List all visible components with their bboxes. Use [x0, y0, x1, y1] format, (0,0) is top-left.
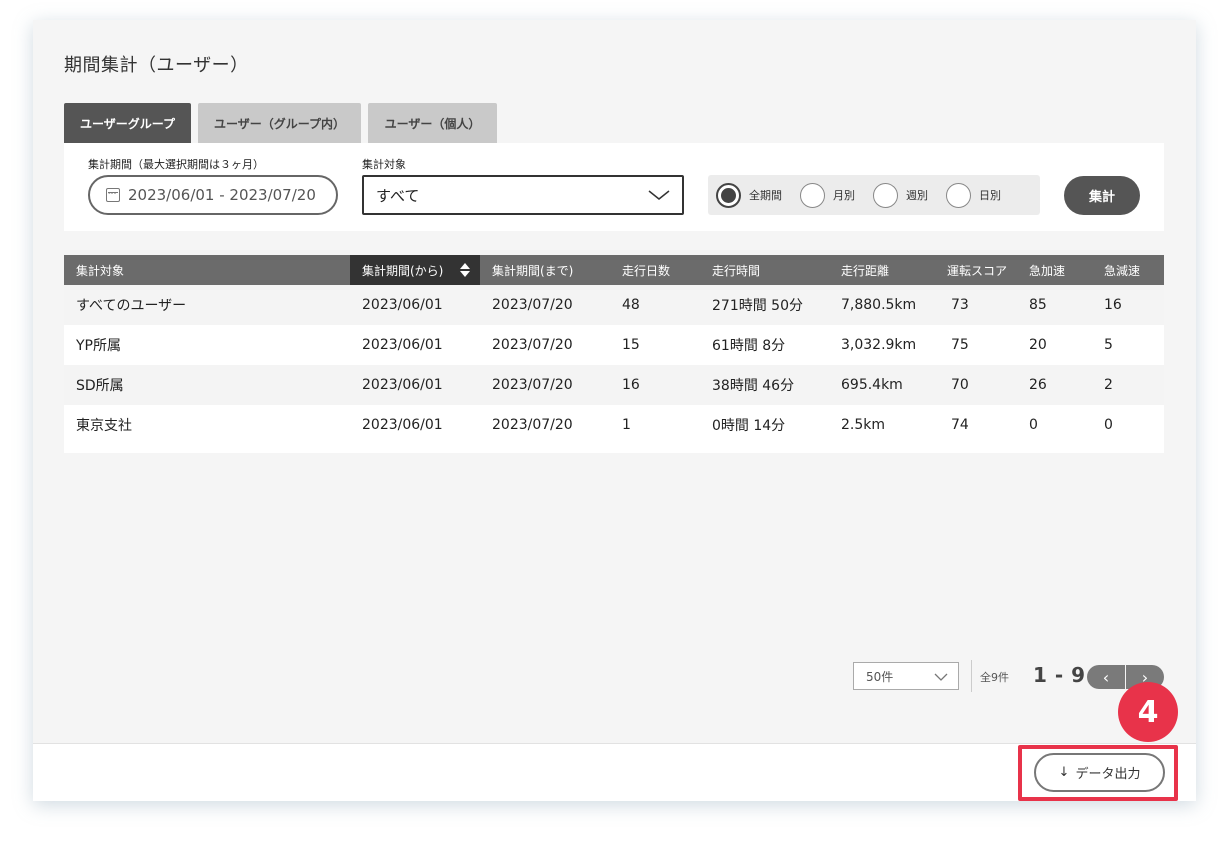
summary-table: 集計対象 集計期間(から) 集計期間(まで) 走行日数 走行時間 走行距離 運転… — [64, 255, 1164, 453]
cell-driving-distance: 3,032.9km — [829, 325, 939, 365]
cell-driving-distance: 2.5km — [829, 405, 939, 445]
cell-period-from: 2023/06/01 — [350, 365, 480, 405]
per-page-select[interactable]: 50件 — [853, 662, 959, 690]
radio-all-period[interactable]: 全期間 — [716, 182, 782, 208]
radio-button[interactable] — [800, 182, 825, 208]
target-select-value: すべて — [376, 186, 420, 205]
header-sudden-accel[interactable]: 急加速 — [1017, 255, 1092, 285]
header-period-from-label: 集計期間(から) — [362, 263, 444, 278]
radio-label: 日別 — [979, 189, 1001, 202]
cell-driving-days: 16 — [610, 365, 700, 405]
cell-period-from: 2023/06/01 — [350, 325, 480, 365]
prev-page-button[interactable]: ‹ — [1087, 665, 1125, 689]
tab-user-group[interactable]: ユーザーグループ — [64, 103, 191, 143]
cell-sudden-accel: 85 — [1017, 285, 1092, 325]
cell-driving-days: 48 — [610, 285, 700, 325]
date-range-value: 2023/06/01 - 2023/07/20 — [128, 186, 316, 204]
cell-sudden-accel: 20 — [1017, 325, 1092, 365]
cell-sudden-accel: 0 — [1017, 405, 1092, 445]
chevron-down-icon — [648, 190, 670, 200]
cell-driving-days: 1 — [610, 405, 700, 445]
tab-user-in-group[interactable]: ユーザー（グループ内） — [198, 103, 361, 143]
filter-panel: 集計期間（最大選択期間は３ヶ月） 2023/06/01 - 2023/07/20… — [64, 143, 1164, 231]
cell-period-to: 2023/07/20 — [480, 405, 610, 445]
target-label: 集計対象 — [362, 158, 406, 171]
cell-period-to: 2023/07/20 — [480, 365, 610, 405]
cell-driving-time: 0時間 14分 — [700, 405, 829, 445]
radio-label: 週別 — [906, 189, 928, 202]
header-sudden-decel[interactable]: 急減速 — [1092, 255, 1164, 285]
cell-driving-score: 74 — [939, 405, 1017, 445]
page-range: 1 - 9 — [1033, 663, 1086, 687]
cell-driving-score: 73 — [939, 285, 1017, 325]
cell-driving-score: 70 — [939, 365, 1017, 405]
cell-sudden-decel: 2 — [1092, 365, 1164, 405]
cell-sudden-decel: 5 — [1092, 325, 1164, 365]
cell-sudden-decel: 0 — [1092, 405, 1164, 445]
sort-icon — [460, 263, 470, 277]
cell-driving-distance: 7,880.5km — [829, 285, 939, 325]
pagination-divider — [971, 660, 972, 692]
chevron-down-icon — [934, 673, 948, 681]
table-row[interactable]: YP所属 2023/06/01 2023/07/20 15 61時間 8分 3,… — [64, 325, 1164, 365]
header-period-from[interactable]: 集計期間(から) — [350, 255, 480, 285]
step-badge: 4 — [1118, 682, 1178, 742]
period-type-radio-group: 全期間 月別 週別 日別 — [708, 175, 1040, 215]
cell-target: SD所属 — [64, 365, 350, 405]
cell-sudden-accel: 26 — [1017, 365, 1092, 405]
period-label: 集計期間（最大選択期間は３ヶ月） — [88, 158, 264, 171]
main-panel: 期間集計（ユーザー） ユーザーグループ ユーザー（グループ内） ユーザー（個人）… — [33, 20, 1196, 801]
cell-driving-distance: 695.4km — [829, 365, 939, 405]
annotation-highlight-box — [1018, 745, 1178, 801]
per-page-value: 50件 — [866, 669, 894, 684]
radio-daily[interactable]: 日別 — [946, 182, 1001, 208]
date-range-input[interactable]: 2023/06/01 - 2023/07/20 — [88, 175, 338, 215]
cell-driving-score: 75 — [939, 325, 1017, 365]
cell-sudden-decel: 16 — [1092, 285, 1164, 325]
cell-driving-time: 61時間 8分 — [700, 325, 829, 365]
cell-target: すべてのユーザー — [64, 285, 350, 325]
cell-period-to: 2023/07/20 — [480, 325, 610, 365]
target-select[interactable]: すべて — [362, 175, 684, 215]
total-count: 全9件 — [980, 671, 1009, 684]
radio-label: 全期間 — [749, 189, 782, 202]
header-driving-days[interactable]: 走行日数 — [610, 255, 700, 285]
radio-button-checked[interactable] — [716, 182, 741, 208]
table-header-row: 集計対象 集計期間(から) 集計期間(まで) 走行日数 走行時間 走行距離 運転… — [64, 255, 1164, 285]
radio-label: 月別 — [833, 189, 855, 202]
table-row[interactable]: 東京支社 2023/06/01 2023/07/20 1 0時間 14分 2.5… — [64, 405, 1164, 445]
header-period-to[interactable]: 集計期間(まで) — [480, 255, 610, 285]
radio-button[interactable] — [873, 182, 898, 208]
header-driving-time[interactable]: 走行時間 — [700, 255, 829, 285]
header-driving-distance[interactable]: 走行距離 — [829, 255, 939, 285]
header-driving-score[interactable]: 運転スコア — [939, 255, 1017, 285]
radio-weekly[interactable]: 週別 — [873, 182, 928, 208]
page-title: 期間集計（ユーザー） — [64, 55, 249, 76]
cell-driving-time: 271時間 50分 — [700, 285, 829, 325]
radio-button[interactable] — [946, 182, 971, 208]
table-row[interactable]: SD所属 2023/06/01 2023/07/20 16 38時間 46分 6… — [64, 365, 1164, 405]
calendar-icon — [106, 188, 120, 202]
header-target[interactable]: 集計対象 — [64, 255, 350, 285]
cell-period-from: 2023/06/01 — [350, 285, 480, 325]
cell-driving-days: 15 — [610, 325, 700, 365]
radio-monthly[interactable]: 月別 — [800, 182, 855, 208]
table-row[interactable]: すべてのユーザー 2023/06/01 2023/07/20 48 271時間 … — [64, 285, 1164, 325]
cell-period-from: 2023/06/01 — [350, 405, 480, 445]
tab-user-individual[interactable]: ユーザー（個人） — [368, 103, 497, 143]
cell-target: 東京支社 — [64, 405, 350, 445]
aggregate-button[interactable]: 集計 — [1064, 176, 1140, 215]
cell-period-to: 2023/07/20 — [480, 285, 610, 325]
cell-target: YP所属 — [64, 325, 350, 365]
cell-driving-time: 38時間 46分 — [700, 365, 829, 405]
